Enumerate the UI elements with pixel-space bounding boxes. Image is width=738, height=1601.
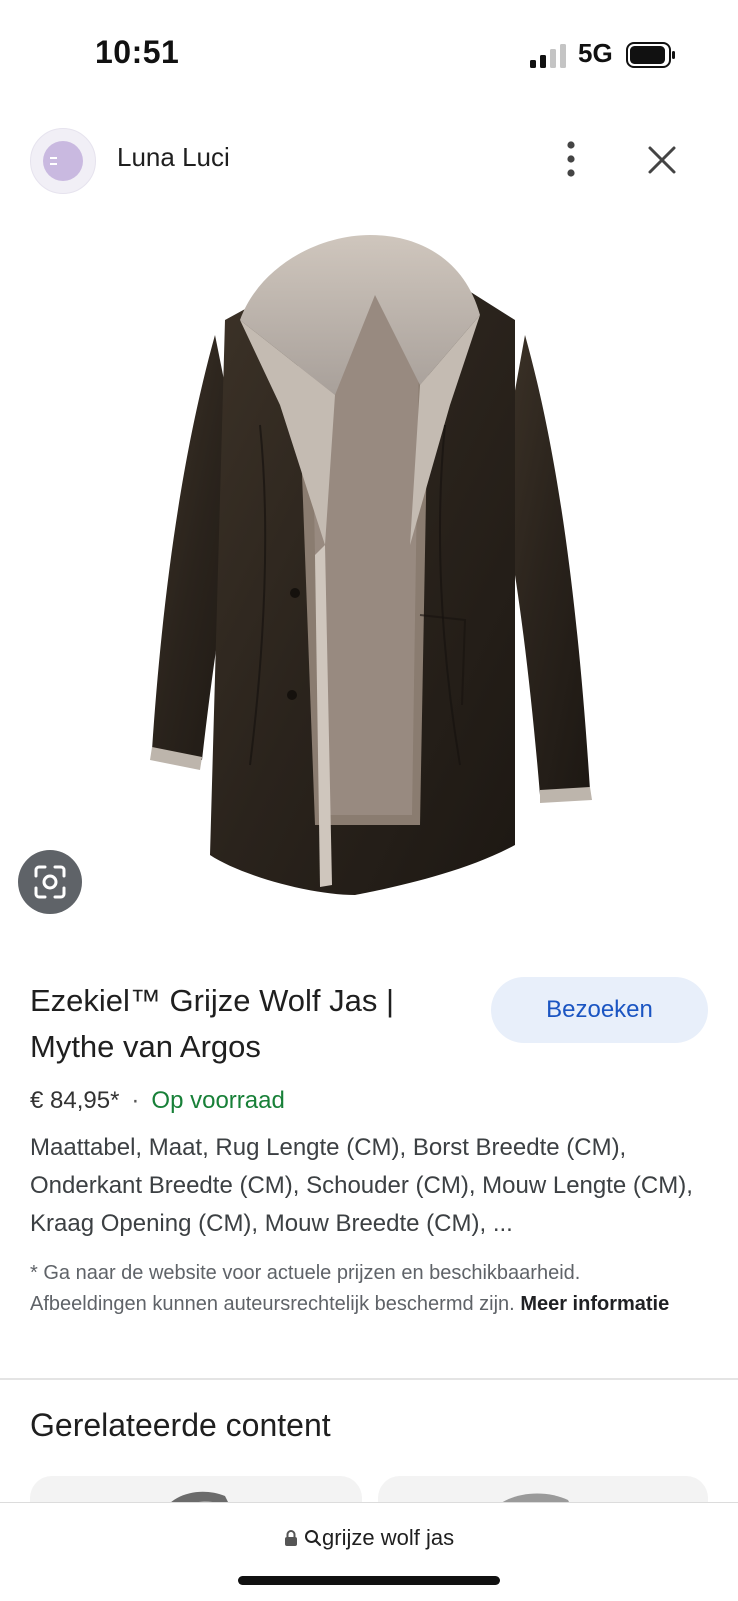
- close-button[interactable]: [642, 140, 682, 180]
- url-text: grijze wolf jas: [322, 1525, 455, 1550]
- lens-search-button[interactable]: [18, 850, 82, 914]
- visit-button[interactable]: Bezoeken: [491, 977, 708, 1043]
- product-description: Maattabel, Maat, Rug Lengte (CM), Borst …: [30, 1134, 693, 1237]
- network-label: 5G: [578, 38, 613, 68]
- more-options-button[interactable]: [556, 135, 586, 185]
- home-indicator[interactable]: [238, 1576, 500, 1585]
- separator: ·: [131, 1087, 140, 1114]
- product-title[interactable]: Ezekiel™ Grijze Wolf Jas | Mythe van Arg…: [30, 978, 460, 1070]
- price: € 84,95*: [30, 1087, 120, 1114]
- search-icon: [305, 1530, 322, 1547]
- site-logo: [30, 128, 96, 194]
- site-name[interactable]: Luna Luci: [117, 142, 230, 173]
- status-time: 10:51: [95, 34, 180, 70]
- moon-icon: [50, 152, 71, 170]
- more-info-link[interactable]: Meer informatie: [520, 1293, 669, 1315]
- address-bar: [0, 1502, 738, 1601]
- product-image[interactable]: [120, 225, 620, 925]
- disclaimer: * Ga naar de website voor actuele prijze…: [30, 1258, 670, 1320]
- price-row: € 84,95* · Op voorraad: [30, 1087, 285, 1115]
- related-content-heading: Gerelateerde content: [30, 1407, 331, 1443]
- disclaimer-text: * Ga naar de website voor actuele prijze…: [30, 1262, 581, 1315]
- divider: [0, 1378, 738, 1380]
- signal-icon: [530, 44, 566, 68]
- lock-icon: [284, 1530, 297, 1546]
- url-bar[interactable]: grijze wolf jas: [0, 1525, 738, 1551]
- more-vert-icon: [567, 141, 575, 177]
- close-icon: [648, 146, 676, 174]
- lens-icon: [34, 865, 66, 899]
- stock-status: Op voorraad: [151, 1087, 285, 1114]
- battery-icon: [626, 42, 675, 68]
